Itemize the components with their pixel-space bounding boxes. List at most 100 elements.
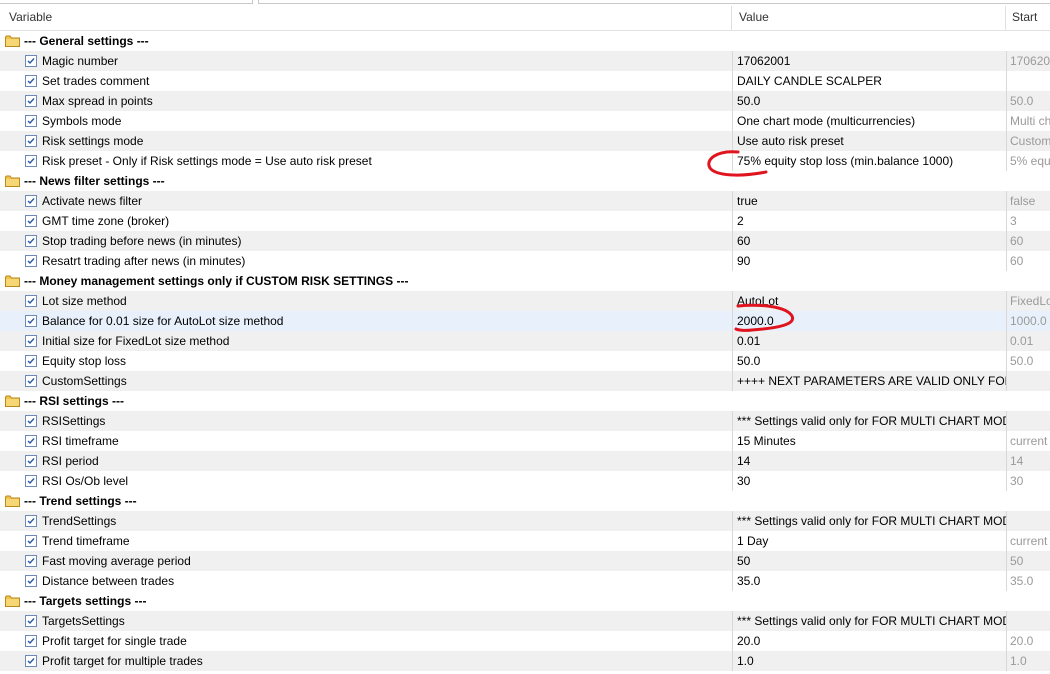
- parameter-row[interactable]: GMT time zone (broker) 2 3: [0, 211, 1050, 231]
- parameter-value[interactable]: AutoLot: [732, 291, 1006, 311]
- parameter-value[interactable]: 2000.0: [732, 311, 1006, 331]
- parameter-checkbox[interactable]: [25, 535, 37, 547]
- section-row[interactable]: --- News filter settings ---: [0, 171, 1050, 191]
- parameter-row[interactable]: Symbols mode One chart mode (multicurrenc…: [0, 111, 1050, 131]
- parameter-value[interactable]: *** Settings valid only for FOR MULTI CH…: [732, 411, 1006, 431]
- parameter-value[interactable]: 1 Day: [732, 531, 1006, 551]
- parameter-checkbox[interactable]: [25, 195, 37, 207]
- parameter-checkbox[interactable]: [25, 215, 37, 227]
- section-row[interactable]: --- RSI settings ---: [0, 391, 1050, 411]
- parameter-checkbox[interactable]: [25, 555, 37, 567]
- parameter-value[interactable]: 75% equity stop loss (min.balance 1000): [732, 151, 1006, 171]
- parameter-checkbox[interactable]: [25, 75, 37, 87]
- parameter-row[interactable]: Risk settings mode Use auto risk preset Cu…: [0, 131, 1050, 151]
- parameter-checkbox[interactable]: [25, 155, 37, 167]
- parameter-start: 35.0: [1006, 571, 1050, 591]
- parameter-value[interactable]: ++++ NEXT PARAMETERS ARE VALID ONLY FOR …: [732, 371, 1006, 391]
- parameter-value[interactable]: 0.01: [732, 331, 1006, 351]
- header-variable[interactable]: Variable: [9, 4, 52, 30]
- parameter-name: Balance for 0.01 size for AutoLot size m…: [42, 314, 284, 328]
- parameter-value[interactable]: 1.0: [732, 651, 1006, 671]
- header-start[interactable]: Start: [1012, 4, 1037, 30]
- section-row[interactable]: --- General settings ---: [0, 31, 1050, 51]
- section-title: --- Money management settings only if CU…: [24, 274, 409, 288]
- parameter-value[interactable]: 35.0: [732, 571, 1006, 591]
- check-icon: [27, 298, 35, 305]
- header-separator[interactable]: [1005, 6, 1006, 30]
- section-row[interactable]: --- Money management settings only if CU…: [0, 271, 1050, 291]
- parameter-row[interactable]: Set trades comment DAILY CANDLE SCALPER: [0, 71, 1050, 91]
- parameter-name: TrendSettings: [42, 514, 117, 528]
- parameter-value[interactable]: *** Settings valid only for FOR MULTI CH…: [732, 611, 1006, 631]
- parameter-row[interactable]: Profit target for multiple trades 1.0 1.0: [0, 651, 1050, 671]
- parameter-row[interactable]: CustomSettings ++++ NEXT PARAMETERS ARE V…: [0, 371, 1050, 391]
- parameter-checkbox[interactable]: [25, 295, 37, 307]
- parameter-value[interactable]: 2: [732, 211, 1006, 231]
- parameter-row[interactable]: RSISettings *** Settings valid only for F…: [0, 411, 1050, 431]
- parameter-row[interactable]: Trend timeframe 1 Day current: [0, 531, 1050, 551]
- parameter-row[interactable]: RSI Os/Ob level 30 30: [0, 471, 1050, 491]
- parameter-row[interactable]: Initial size for FixedLot size method 0.0…: [0, 331, 1050, 351]
- parameter-value[interactable]: true: [732, 191, 1006, 211]
- section-row[interactable]: --- Trend settings ---: [0, 491, 1050, 511]
- section-row[interactable]: --- Targets settings ---: [0, 591, 1050, 611]
- parameter-checkbox[interactable]: [25, 235, 37, 247]
- parameter-checkbox[interactable]: [25, 435, 37, 447]
- parameter-row[interactable]: Lot size method AutoLot FixedLo: [0, 291, 1050, 311]
- parameter-row[interactable]: RSI timeframe 15 Minutes current: [0, 431, 1050, 451]
- parameter-row[interactable]: Max spread in points 50.0 50.0: [0, 91, 1050, 111]
- parameter-row[interactable]: Activate news filter true false: [0, 191, 1050, 211]
- parameter-checkbox[interactable]: [25, 415, 37, 427]
- parameter-row[interactable]: RSI period 14 14: [0, 451, 1050, 471]
- parameter-value[interactable]: 20.0: [732, 631, 1006, 651]
- parameter-checkbox[interactable]: [25, 455, 37, 467]
- parameter-name: Distance between trades: [42, 574, 175, 588]
- parameter-checkbox[interactable]: [25, 475, 37, 487]
- parameter-row[interactable]: Profit target for single trade 20.0 20.0: [0, 631, 1050, 651]
- parameter-row[interactable]: Resatrt trading after news (in minutes) 9…: [0, 251, 1050, 271]
- parameter-checkbox[interactable]: [25, 515, 37, 527]
- parameter-row[interactable]: Balance for 0.01 size for AutoLot size m…: [0, 311, 1050, 331]
- parameter-checkbox[interactable]: [25, 115, 37, 127]
- parameter-row[interactable]: Magic number 170620011706200: [0, 51, 1050, 71]
- parameter-row[interactable]: TargetsSettings *** Settings valid only f…: [0, 611, 1050, 631]
- parameter-checkbox[interactable]: [25, 95, 37, 107]
- parameter-row[interactable]: Risk preset - Only if Risk settings mode…: [0, 151, 1050, 171]
- header-separator[interactable]: [731, 6, 732, 30]
- parameter-value[interactable]: 17062001: [732, 51, 1006, 71]
- parameter-value[interactable]: 50.0: [732, 351, 1006, 371]
- parameter-name: Stop trading before news (in minutes): [42, 234, 242, 248]
- parameter-row[interactable]: TrendSettings *** Settings valid only for…: [0, 511, 1050, 531]
- parameter-value[interactable]: *** Settings valid only for FOR MULTI CH…: [732, 511, 1006, 531]
- parameter-value[interactable]: DAILY CANDLE SCALPER: [732, 71, 1006, 91]
- parameter-value[interactable]: Use auto risk preset: [732, 131, 1006, 151]
- parameter-value[interactable]: 50.0: [732, 91, 1006, 111]
- folder-icon: [5, 175, 20, 187]
- parameter-checkbox[interactable]: [25, 135, 37, 147]
- parameter-value[interactable]: 30: [732, 471, 1006, 491]
- parameter-name: Trend timeframe: [42, 534, 130, 548]
- parameter-value[interactable]: 14: [732, 451, 1006, 471]
- parameter-checkbox[interactable]: [25, 375, 37, 387]
- parameter-checkbox[interactable]: [25, 315, 37, 327]
- header-value[interactable]: Value: [739, 4, 769, 30]
- parameter-row[interactable]: Stop trading before news (in minutes) 60 6…: [0, 231, 1050, 251]
- parameter-checkbox[interactable]: [25, 255, 37, 267]
- parameter-value[interactable]: 15 Minutes: [732, 431, 1006, 451]
- parameter-start: current: [1006, 431, 1050, 451]
- parameter-value[interactable]: 90: [732, 251, 1006, 271]
- parameter-value[interactable]: One chart mode (multicurrencies): [732, 111, 1006, 131]
- parameter-value[interactable]: 60: [732, 231, 1006, 251]
- parameter-checkbox[interactable]: [25, 355, 37, 367]
- parameter-checkbox[interactable]: [25, 615, 37, 627]
- parameter-name: RSISettings: [42, 414, 106, 428]
- parameter-row[interactable]: Distance between trades 35.0 35.0: [0, 571, 1050, 591]
- parameter-checkbox[interactable]: [25, 575, 37, 587]
- parameter-checkbox[interactable]: [25, 55, 37, 67]
- parameter-row[interactable]: Equity stop loss 50.0 50.0: [0, 351, 1050, 371]
- parameter-checkbox[interactable]: [25, 335, 37, 347]
- parameter-row[interactable]: Fast moving average period 50 50: [0, 551, 1050, 571]
- parameter-checkbox[interactable]: [25, 655, 37, 667]
- parameter-checkbox[interactable]: [25, 635, 37, 647]
- parameter-value[interactable]: 50: [732, 551, 1006, 571]
